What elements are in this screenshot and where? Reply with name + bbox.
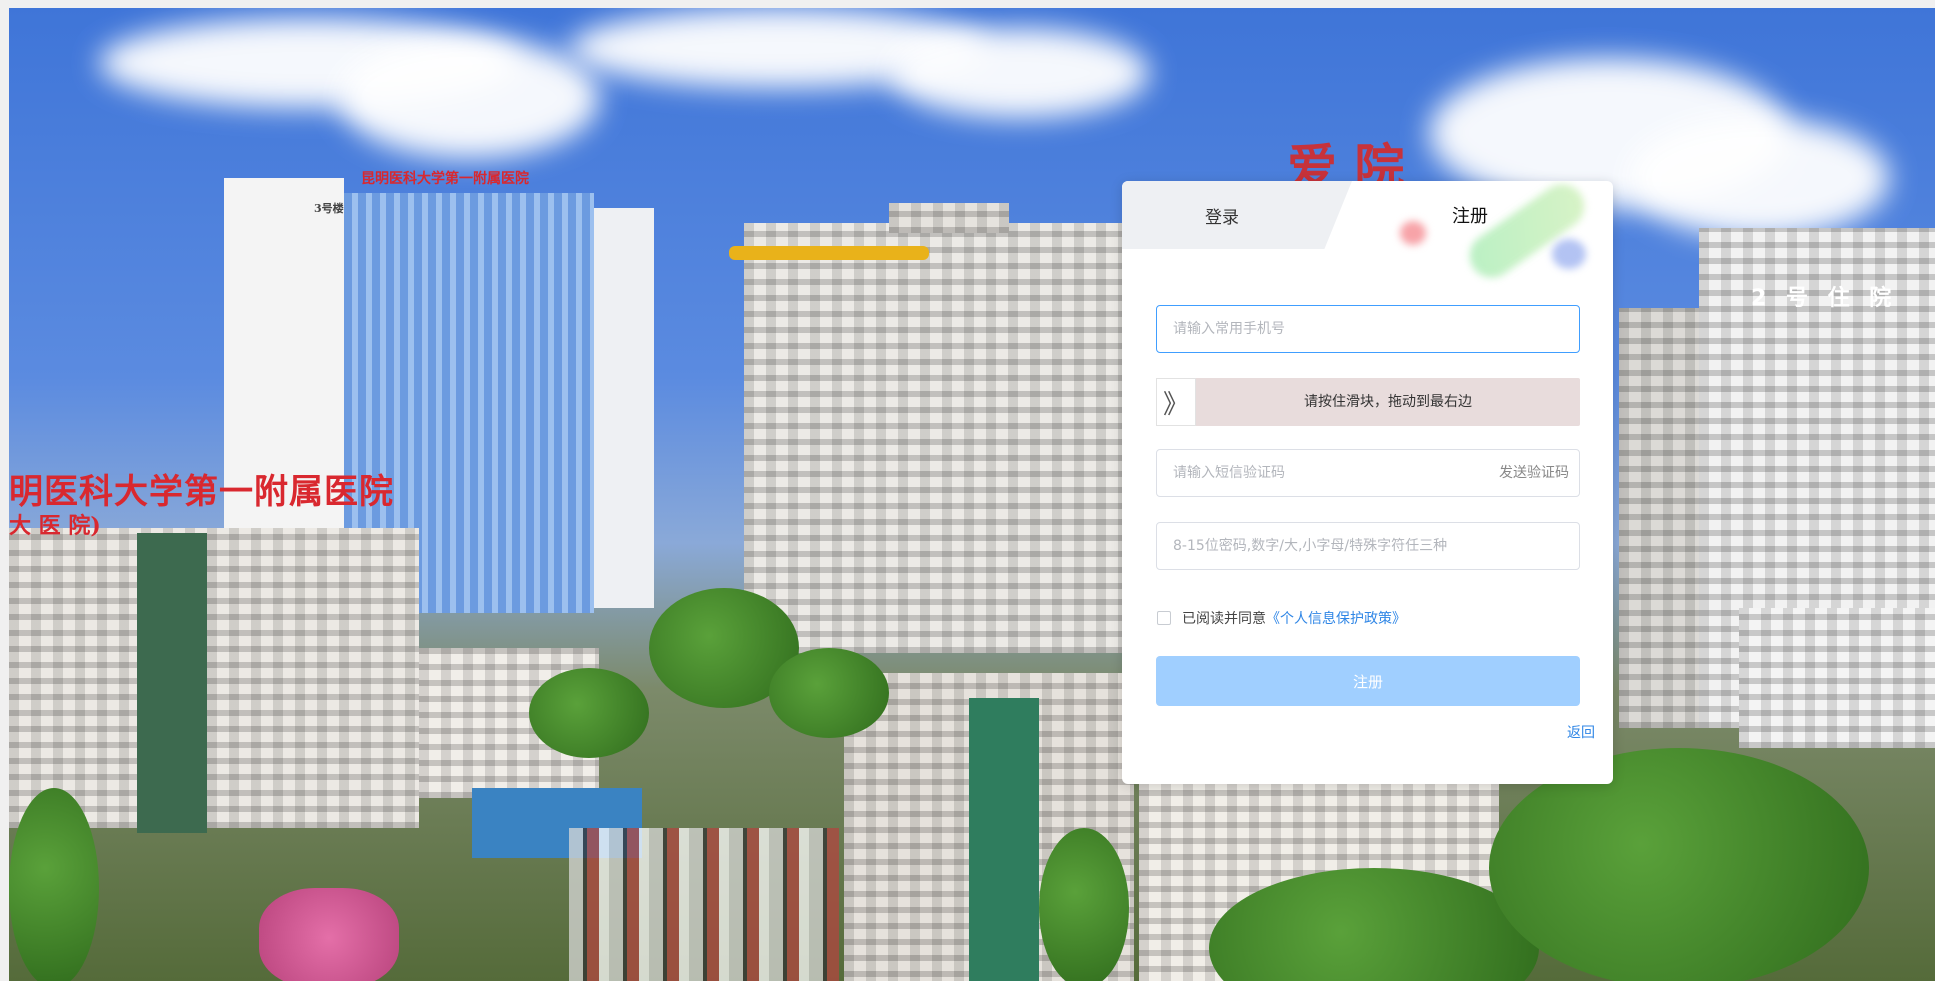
right-building-label: 2 号 住 院 [1751,286,1898,311]
slider-handle[interactable]: 》 [1156,378,1196,426]
hospital-sign-sub: 大 医 院) [9,513,101,539]
password-input[interactable] [1157,523,1579,569]
decorative-blob-blue [1552,239,1586,269]
agreement-row: 已阅读并同意 《个人信息保护政策》 [1157,608,1406,628]
hospital-background-image: 昆明医科大学第一附属医院 3号楼 明医科大学第一附属医院 大 医 院) 2 号 … [9,8,1935,981]
auth-tabs: 登录 注册 [1122,181,1613,287]
agree-checkbox[interactable] [1157,611,1171,625]
privacy-policy-link[interactable]: 《个人信息保护政策》 [1266,608,1406,628]
back-link[interactable]: 返回 [1567,722,1595,742]
decorative-blob-red [1400,221,1426,245]
sms-code-input[interactable] [1157,450,1477,496]
double-chevron-right-icon: 》 [1162,389,1189,420]
register-panel: 登录 注册 》 请按住滑块，拖动到最右边 发送验证码 已阅读并同意 《个人信息保… [1122,181,1613,784]
slider-hint: 请按住滑块，拖动到最右边 [1304,394,1472,410]
tab-register-label: 注册 [1452,206,1488,227]
tower-sign: 昆明医科大学第一附属医院 [361,171,529,187]
slider-captcha[interactable]: 》 请按住滑块，拖动到最右边 [1156,378,1580,426]
tower-label: 3号楼 [314,202,344,215]
agree-text: 已阅读并同意 [1182,611,1266,627]
phone-field[interactable] [1156,305,1580,353]
send-code-button[interactable]: 发送验证码 [1499,450,1569,496]
phone-input[interactable] [1157,306,1579,352]
register-button[interactable]: 注册 [1156,656,1580,706]
tab-login[interactable]: 登录 [1122,181,1352,249]
password-field[interactable] [1156,522,1580,570]
hospital-sign-main: 明医科大学第一附属医院 [9,472,394,512]
sms-code-field[interactable]: 发送验证码 [1156,449,1580,497]
